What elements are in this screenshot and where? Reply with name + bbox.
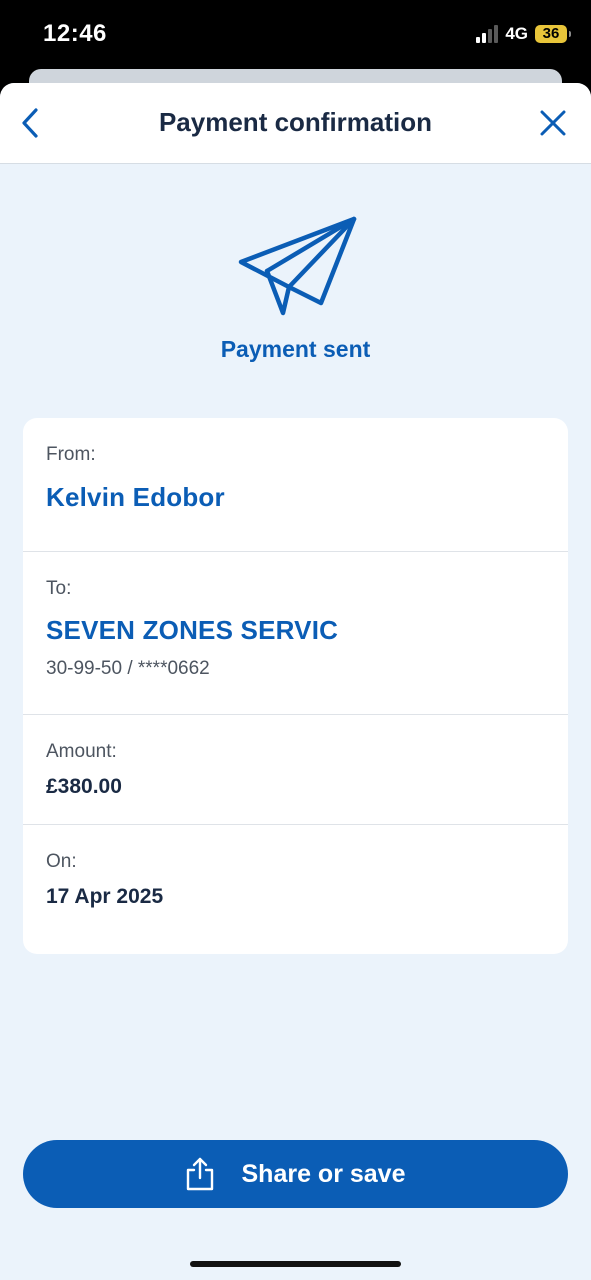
to-row: To: SEVEN ZONES SERVIC 30-99-50 / ****06… xyxy=(23,552,568,715)
battery-icon: 36 xyxy=(535,25,571,43)
share-button-label: Share or save xyxy=(241,1159,406,1188)
amount-label: Amount: xyxy=(46,741,117,762)
from-row: From: Kelvin Edobor xyxy=(23,418,568,552)
paper-plane-icon xyxy=(238,216,356,316)
date-value: 17 Apr 2025 xyxy=(46,885,164,908)
payment-confirmation-sheet: Payment confirmation Payment sent From: … xyxy=(0,83,591,1280)
amount-value: £380.00 xyxy=(46,775,122,798)
to-label: To: xyxy=(46,578,72,599)
amount-row: Amount: £380.00 xyxy=(23,715,568,825)
share-or-save-button[interactable]: Share or save xyxy=(23,1140,568,1208)
from-label: From: xyxy=(46,444,96,465)
share-icon xyxy=(186,1157,213,1191)
home-indicator[interactable] xyxy=(190,1261,401,1267)
from-name: Kelvin Edobor xyxy=(46,482,225,512)
header: Payment confirmation xyxy=(0,83,591,164)
screen: 12:46 4G 36 Payment confirmation Payment… xyxy=(0,0,591,1280)
close-button[interactable] xyxy=(533,101,573,145)
payment-status-text: Payment sent xyxy=(220,336,371,362)
status-bar: 12:46 4G 36 xyxy=(0,0,591,70)
status-time: 12:46 xyxy=(43,20,107,47)
page-title: Payment confirmation xyxy=(158,107,433,137)
date-label: On: xyxy=(46,851,77,872)
to-account: 30-99-50 / ****0662 xyxy=(46,658,210,679)
to-name: SEVEN ZONES SERVIC xyxy=(46,615,339,645)
status-indicators: 4G 36 xyxy=(476,24,571,44)
payment-details-card: From: Kelvin Edobor To: SEVEN ZONES SERV… xyxy=(23,418,568,954)
date-row: On: 17 Apr 2025 xyxy=(23,825,568,954)
signal-icon xyxy=(476,25,499,43)
payment-status-hero: Payment sent xyxy=(0,213,591,362)
network-type: 4G xyxy=(505,24,528,43)
close-icon xyxy=(540,110,566,136)
